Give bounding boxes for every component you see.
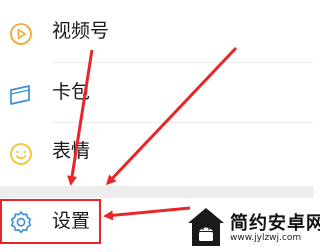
menu-item-stickers[interactable]: 表情 [0,126,313,182]
android-logo-icon [186,206,226,248]
menu-item-channels[interactable]: 视频号 [0,6,313,62]
divider [52,62,313,63]
section-gap [0,186,313,198]
divider [52,122,313,123]
channels-icon [8,22,34,46]
settings-highlight-box [0,199,101,244]
menu-item-label: 视频号 [52,20,110,42]
watermark-title: 简约安卓网 [230,213,320,234]
card-wallet-icon [8,83,34,107]
menu-item-label: 表情 [52,140,91,162]
smiley-icon [8,142,34,166]
menu-item-card-wallet[interactable]: 卡包 [0,67,313,123]
watermark-url: www.jylzwj.com [230,233,302,243]
menu-item-label: 卡包 [52,81,91,103]
watermark: 简约安卓网 www.jylzwj.com [186,206,320,248]
